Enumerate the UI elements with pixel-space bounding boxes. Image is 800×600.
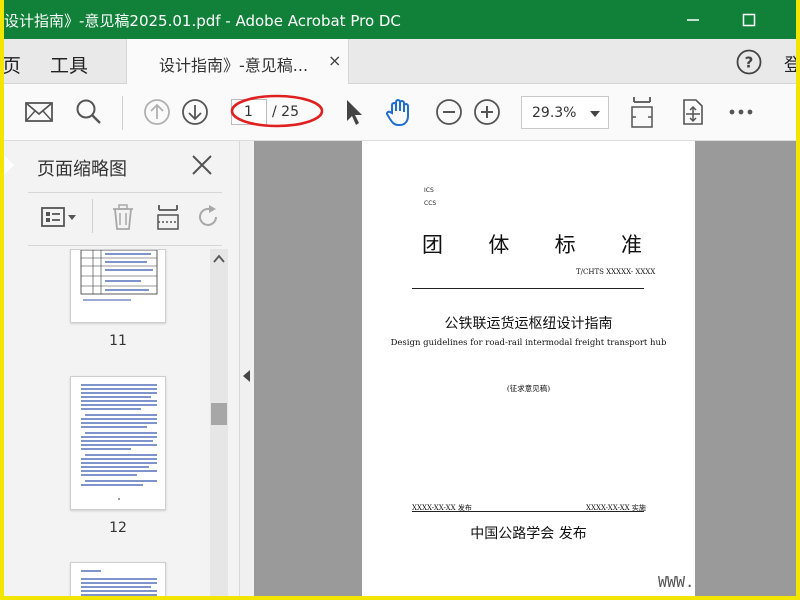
standard-code: T/CHTS XXXXX- XXXX	[576, 268, 656, 276]
maximize-icon	[742, 13, 756, 26]
document-tab-label: 设计指南》-意见稿...	[159, 56, 309, 75]
menu-tools[interactable]: 工具	[50, 51, 88, 78]
thumbnail-label: 12	[109, 520, 127, 536]
panel-tool-divider	[92, 199, 93, 233]
heading-char: 体	[488, 233, 510, 257]
insert-page-icon[interactable]	[154, 203, 182, 231]
toolbar: 1 / 25 29.3%	[4, 84, 796, 141]
sign-in-link[interactable]: 登	[784, 51, 796, 77]
delete-icon[interactable]	[110, 203, 136, 231]
window-title: 设计指南》-意见稿2025.01.pdf - Adobe Acrobat Pro…	[4, 12, 401, 30]
panel-edge-marker	[4, 155, 14, 175]
next-page-icon[interactable]	[180, 97, 210, 127]
ics-label: ICS	[424, 187, 434, 194]
publisher: 中国公路学会 发布	[470, 526, 587, 542]
tab-close-button[interactable]: ×	[328, 51, 341, 70]
rotate-page-icon[interactable]	[194, 203, 222, 231]
watermark-text: WWW.	[658, 573, 695, 591]
tab-bar: 页 工具 设计指南》-意见稿... × ? 登	[4, 39, 796, 84]
menu-home[interactable]: 页	[4, 51, 21, 78]
help-icon[interactable]: ?	[736, 49, 762, 75]
thumbnail-preview	[81, 384, 157, 500]
select-arrow-icon[interactable]	[338, 97, 368, 127]
document-viewer[interactable]: ICS CCS 团 体 标 准 T/CHTS XXXXX- XXXX 公铁联运货…	[254, 141, 796, 596]
collapse-left-icon[interactable]	[243, 370, 250, 382]
panel-collapse-strip[interactable]	[240, 141, 254, 596]
zoom-value: 29.3%	[532, 105, 577, 121]
more-options-icon[interactable]	[726, 97, 756, 127]
ccs-label: CCS	[424, 200, 437, 207]
standard-heading: 团 体 标 准	[422, 229, 642, 259]
thumbnail-scrollbar[interactable]	[210, 249, 228, 596]
header-rule	[412, 288, 644, 289]
chevron-down-icon	[590, 111, 600, 117]
thumbnail-label: 11	[109, 333, 127, 349]
page-thumbnail-13[interactable]	[70, 562, 166, 596]
fit-page-icon[interactable]	[628, 95, 656, 129]
panel-divider	[28, 245, 222, 246]
panel-divider	[28, 192, 222, 193]
heading-char: 准	[620, 233, 642, 257]
mail-icon[interactable]	[24, 97, 54, 127]
scroll-up-icon[interactable]	[213, 254, 225, 264]
panel-title: 页面缩略图	[37, 159, 127, 180]
toolbar-divider	[122, 96, 123, 130]
hand-tool-icon[interactable]	[384, 97, 414, 127]
thumbnail-options-icon[interactable]	[40, 203, 80, 231]
page-thumbnail-11[interactable]	[70, 249, 166, 323]
pdf-page: ICS CCS 团 体 标 准 T/CHTS XXXXX- XXXX 公铁联运货…	[362, 141, 695, 596]
heading-char: 团	[422, 233, 443, 257]
search-icon[interactable]	[74, 97, 104, 127]
thumbnails-panel: 页面缩略图 11 12	[4, 141, 240, 596]
zoom-out-icon[interactable]	[434, 97, 464, 127]
rotate-view-icon[interactable]	[678, 97, 708, 127]
title-bar: 设计指南》-意见稿2025.01.pdf - Adobe Acrobat Pro…	[4, 0, 796, 39]
minimize-button[interactable]	[670, 0, 716, 39]
acrobat-window: 设计指南》-意见稿2025.01.pdf - Adobe Acrobat Pro…	[4, 0, 796, 596]
thumbnail-preview	[80, 250, 158, 301]
red-highlight-ellipse	[230, 94, 324, 128]
english-title: Design guidelines for road-rail intermod…	[390, 338, 667, 348]
thumbnail-preview	[81, 570, 157, 596]
scrollbar-thumb[interactable]	[211, 403, 227, 425]
zoom-select[interactable]: 29.3%	[521, 96, 609, 129]
chinese-title: 公铁联运货运枢纽设计指南	[444, 316, 613, 332]
previous-page-icon[interactable]	[142, 97, 172, 127]
heading-char: 标	[554, 233, 576, 257]
maximize-button[interactable]	[726, 0, 772, 39]
svg-text:?: ?	[745, 54, 754, 72]
page-thumbnail-12[interactable]	[70, 376, 166, 510]
minimize-icon	[687, 18, 699, 21]
zoom-in-icon[interactable]	[472, 97, 502, 127]
close-icon[interactable]	[190, 153, 214, 177]
footer-rule	[412, 511, 644, 512]
document-tab[interactable]: 设计指南》-意见稿... ×	[126, 39, 349, 84]
thumbnail-list: 11 12	[28, 249, 212, 596]
draft-status: (征求意见稿)	[506, 384, 551, 393]
